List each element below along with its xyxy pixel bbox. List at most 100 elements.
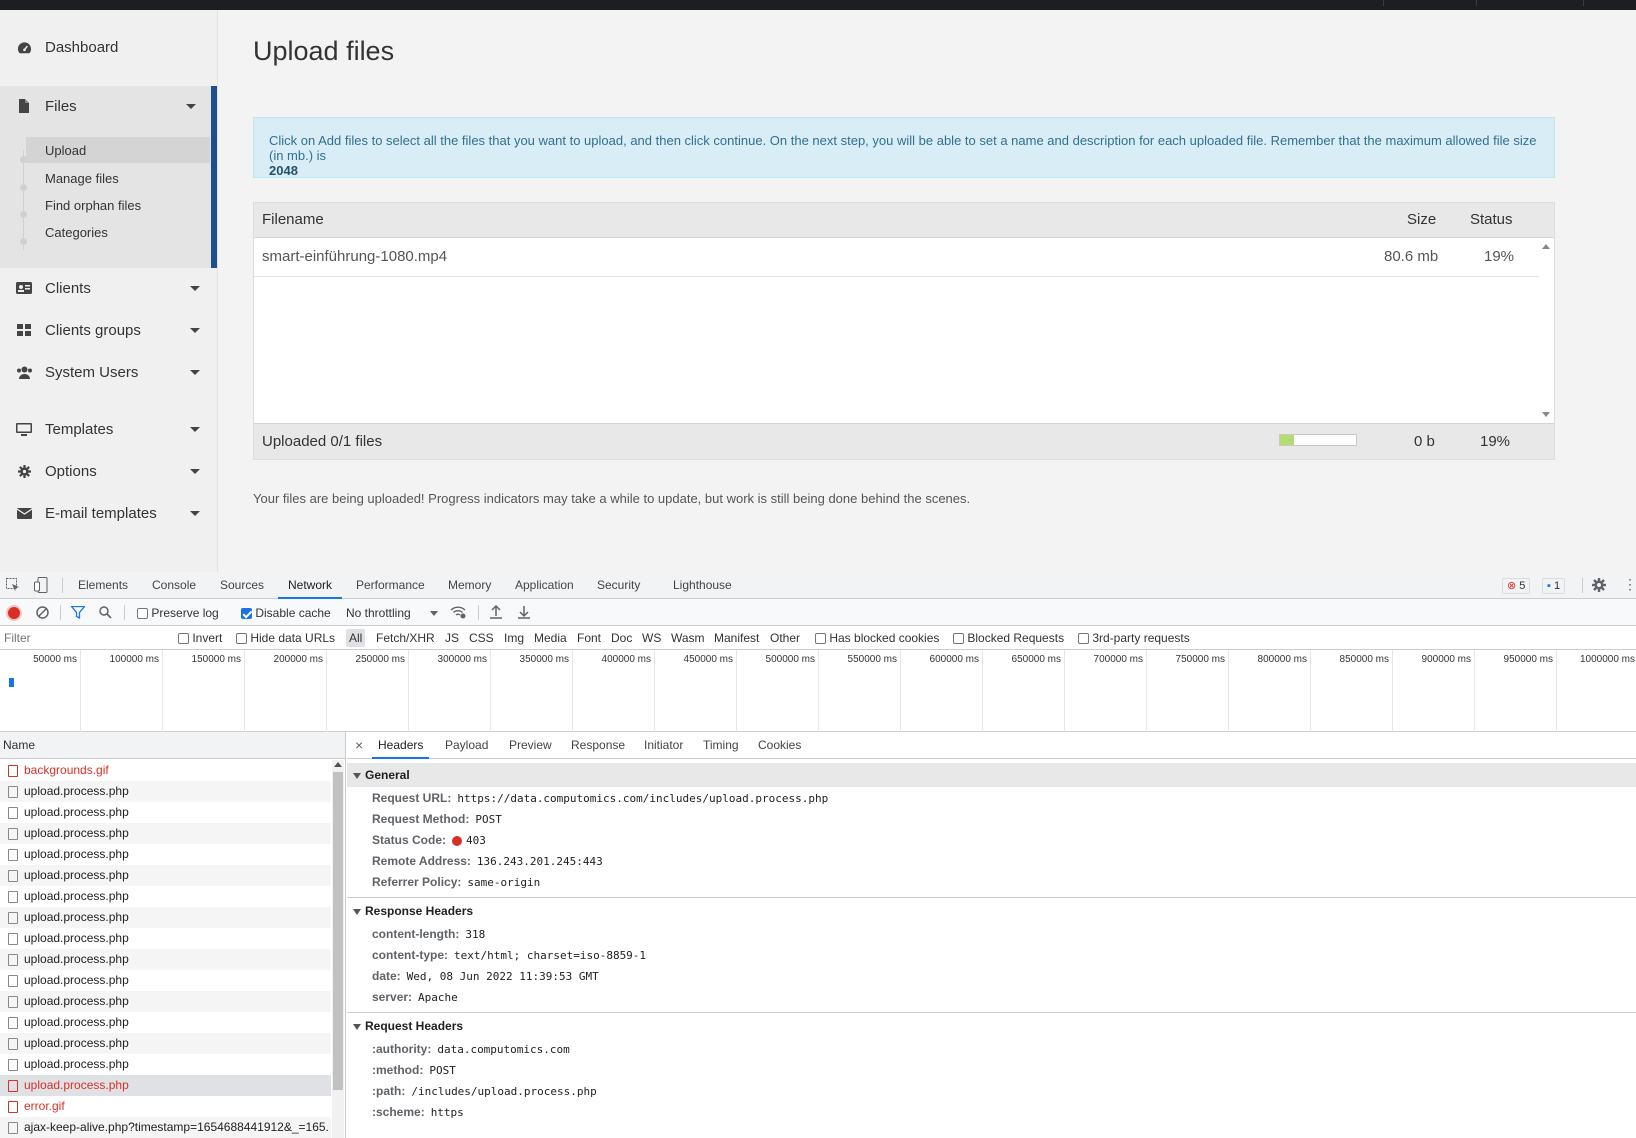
filter-input[interactable] (4, 629, 164, 646)
request-row[interactable]: upload.process.php (0, 781, 331, 802)
filter-type-media[interactable]: Media (534, 631, 567, 645)
filter-type-ws[interactable]: WS (642, 631, 661, 645)
record-icon[interactable] (8, 607, 20, 619)
nav-clients[interactable]: Clients (0, 268, 217, 308)
tab-lighthouse[interactable]: Lighthouse (673, 572, 732, 599)
request-headers-section-header[interactable]: Request Headers (347, 1014, 1636, 1038)
errors-badge[interactable]: ⊗ 5 (1502, 578, 1531, 594)
request-row[interactable]: upload.process.php (0, 970, 331, 991)
filter-type-js[interactable]: JS (445, 631, 459, 645)
tab-elements[interactable]: Elements (78, 572, 128, 599)
nav-email-templates[interactable]: E-mail templates (0, 493, 217, 533)
request-row[interactable]: upload.process.php (0, 865, 331, 886)
tab-preview[interactable]: Preview (509, 732, 552, 759)
request-row[interactable]: upload.process.php (0, 1054, 331, 1075)
search-icon[interactable] (99, 606, 112, 622)
network-overview-timeline[interactable]: 50000 ms 100000 ms 150000 ms 200000 ms 25000… (0, 650, 1636, 732)
request-row[interactable]: upload.process.php (0, 928, 331, 949)
request-row[interactable]: backgrounds.gif (0, 760, 331, 781)
tab-initiator[interactable]: Initiator (644, 732, 683, 759)
throttling-select[interactable]: No throttling (346, 606, 438, 620)
nav-dashboard[interactable]: Dashboard (0, 27, 217, 67)
nav-system-users[interactable]: System Users (0, 352, 217, 392)
nav-templates[interactable]: Templates (0, 409, 217, 449)
tab-memory[interactable]: Memory (448, 572, 491, 599)
sidebar-item-find-orphan-files[interactable]: Find orphan files (26, 192, 210, 218)
third-party-checkbox[interactable] (1078, 633, 1089, 645)
messages-badge[interactable]: ▪ 1 (1542, 578, 1566, 594)
request-row[interactable]: error.gif (0, 1096, 331, 1117)
nav-files[interactable]: Files (0, 86, 211, 126)
hide-data-urls-checkbox[interactable] (236, 633, 247, 645)
request-row[interactable]: upload.process.php (0, 802, 331, 823)
tab-network[interactable]: Network (278, 572, 343, 599)
request-row[interactable]: upload.process.php (0, 844, 331, 865)
blocked-requests-checkbox[interactable] (953, 633, 964, 645)
filter-type-doc[interactable]: Doc (611, 631, 632, 645)
more-options-icon[interactable]: ⋮ (1623, 577, 1636, 591)
tab-performance[interactable]: Performance (356, 572, 425, 599)
tab-sources[interactable]: Sources (220, 572, 264, 599)
name-column-header[interactable]: Name (0, 732, 345, 759)
has-blocked-cookies-toggle[interactable]: Has blocked cookies (815, 631, 939, 645)
filter-type-wasm[interactable]: Wasm (671, 631, 705, 645)
blocked-requests-toggle[interactable]: Blocked Requests (953, 631, 1064, 645)
filter-type-fetch-xhr[interactable]: Fetch/XHR (376, 631, 435, 645)
tab-security[interactable]: Security (597, 572, 640, 599)
disable-cache-toggle[interactable]: Disable cache (241, 606, 331, 620)
request-list-scrollbar[interactable] (332, 760, 344, 1138)
sidebar-item-upload[interactable]: Upload (26, 137, 210, 163)
settings-gear-icon[interactable] (1592, 578, 1606, 595)
table-row[interactable]: smart-einführung-1080.mp4 80.6 mb 19% (254, 238, 1539, 277)
request-row[interactable]: upload.process.php (0, 1075, 331, 1096)
general-section-header[interactable]: General (347, 763, 1636, 787)
invert-checkbox[interactable] (178, 633, 189, 645)
clear-icon[interactable] (36, 606, 49, 622)
tab-console[interactable]: Console (152, 572, 196, 599)
preserve-log-checkbox[interactable] (137, 608, 148, 620)
sidebar-item-manage-files[interactable]: Manage files (26, 165, 210, 191)
has-blocked-cookies-checkbox[interactable] (815, 633, 826, 645)
hide-data-urls-toggle[interactable]: Hide data URLs (236, 631, 335, 645)
filter-type-css[interactable]: CSS (469, 631, 494, 645)
tab-payload[interactable]: Payload (445, 732, 488, 759)
tab-cookies[interactable]: Cookies (758, 732, 801, 759)
nav-clients-groups[interactable]: Clients groups (0, 310, 217, 350)
hide-data-urls-label: Hide data URLs (250, 631, 336, 645)
scroll-up-arrow[interactable] (1542, 244, 1550, 249)
scrollbar-thumb[interactable] (333, 772, 343, 1090)
request-row[interactable]: ajax-keep-alive.php?timestamp=1654688441… (0, 1117, 331, 1138)
device-toolbar-icon[interactable] (34, 577, 48, 596)
export-har-icon[interactable] (518, 605, 530, 622)
third-party-toggle[interactable]: 3rd-party requests (1078, 631, 1190, 645)
disable-cache-checkbox[interactable] (241, 608, 252, 620)
response-headers-section-header[interactable]: Response Headers (347, 899, 1636, 923)
request-row[interactable]: upload.process.php (0, 886, 331, 907)
tab-headers[interactable]: Headers (372, 732, 430, 759)
filter-type-other[interactable]: Other (770, 631, 800, 645)
close-icon[interactable]: × (355, 737, 363, 753)
request-row[interactable]: upload.process.php (0, 1033, 331, 1054)
network-conditions-icon[interactable] (450, 605, 466, 622)
request-row[interactable]: upload.process.php (0, 991, 331, 1012)
request-row[interactable]: upload.process.php (0, 907, 331, 928)
inspect-element-icon[interactable] (6, 578, 20, 595)
request-row[interactable]: upload.process.php (0, 1012, 331, 1033)
filter-type-font[interactable]: Font (577, 631, 601, 645)
scroll-up-arrow[interactable] (334, 762, 342, 767)
nav-options[interactable]: Options (0, 451, 217, 491)
filter-icon[interactable] (70, 605, 86, 622)
import-har-icon[interactable] (490, 604, 502, 622)
preserve-log-toggle[interactable]: Preserve log (137, 606, 219, 620)
request-row[interactable]: upload.process.php (0, 949, 331, 970)
scroll-down-arrow[interactable] (1542, 412, 1550, 417)
tab-timing[interactable]: Timing (703, 732, 739, 759)
filter-type-all[interactable]: All (346, 629, 366, 647)
sidebar-item-categories[interactable]: Categories (26, 219, 210, 245)
filter-type-manifest[interactable]: Manifest (714, 631, 759, 645)
request-row[interactable]: upload.process.php (0, 823, 331, 844)
filter-type-img[interactable]: Img (504, 631, 524, 645)
tab-application[interactable]: Application (515, 572, 574, 599)
invert-toggle[interactable]: Invert (178, 631, 222, 645)
tab-response[interactable]: Response (571, 732, 625, 759)
